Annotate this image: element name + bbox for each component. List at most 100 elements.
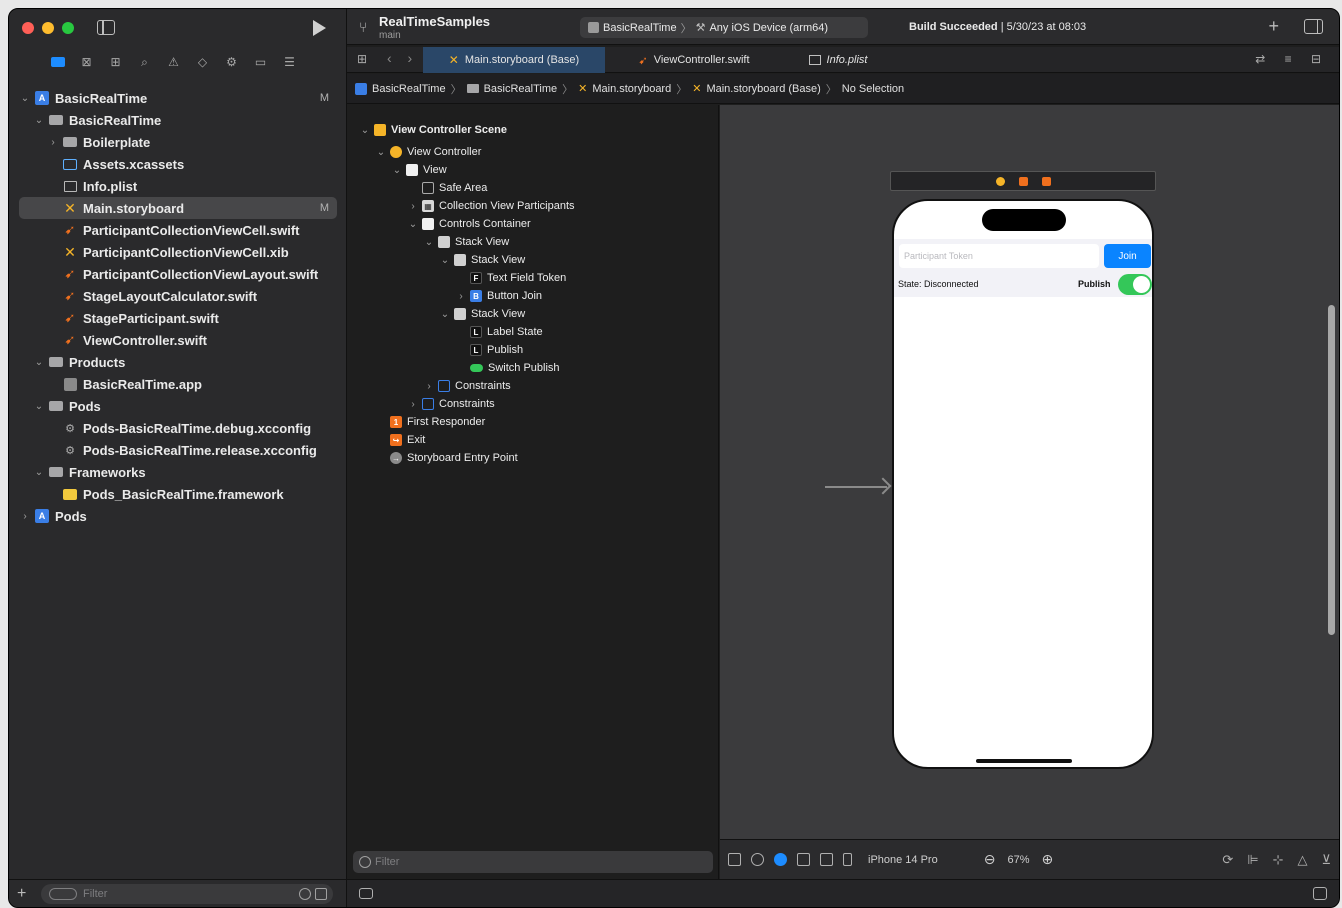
symbol-navigator-icon[interactable]: ⊞: [107, 54, 124, 70]
project-navigator-icon[interactable]: [49, 54, 66, 70]
outline-item[interactable]: → Storyboard Entry Point: [387, 449, 518, 467]
editor-options-icon[interactable]: ⇄ ≡ ⊟: [1255, 52, 1329, 66]
appearance-icon[interactable]: [751, 853, 764, 866]
library-add-button[interactable]: +: [1268, 16, 1279, 37]
device-frame-icon[interactable]: [820, 853, 833, 866]
tree-item[interactable]: ➹ StageLayoutCalculator.swift: [19, 285, 337, 307]
add-constraints-icon[interactable]: ⊹: [1273, 852, 1284, 868]
resolve-issues-icon[interactable]: △: [1297, 852, 1307, 868]
find-navigator-icon[interactable]: ⌕: [136, 54, 153, 70]
breadcrumb-item[interactable]: No Selection: [842, 83, 904, 95]
tree-item[interactable]: Info.plist: [19, 175, 337, 197]
show-debug-area-icon[interactable]: [359, 888, 373, 899]
issue-navigator-icon[interactable]: ⚠: [165, 54, 182, 70]
tab-info-plist[interactable]: Info.plist: [783, 47, 893, 73]
breadcrumb-item[interactable]: BasicRealTime: [484, 83, 558, 95]
tree-item[interactable]: ➹ ParticipantCollectionViewCell.swift: [19, 219, 337, 241]
zoom-in-icon[interactable]: ⊕: [1041, 851, 1053, 868]
publish-switch[interactable]: [1118, 274, 1152, 295]
participant-token-field[interactable]: Participant Token: [899, 244, 1099, 268]
update-frames-icon[interactable]: ⟳: [1222, 852, 1233, 868]
back-forward-icon[interactable]: ‹ ›: [387, 50, 418, 66]
entry-point-arrow-icon[interactable]: [825, 486, 887, 488]
tree-item[interactable]: Pods_BasicRealTime.framework: [19, 483, 337, 505]
tab-main-storyboard[interactable]: ✕ Main.storyboard (Base): [423, 47, 605, 73]
tree-item[interactable]: ⌄ Products: [19, 351, 337, 373]
scheme-selector[interactable]: BasicRealTime 〉 ⚒ Any iOS Device (arm64): [580, 17, 868, 38]
outline-item[interactable]: ↪ Exit: [387, 431, 425, 449]
outline-item[interactable]: ⌄ View: [391, 161, 447, 179]
breakpoint-navigator-icon[interactable]: ▭: [252, 54, 269, 70]
outline-item[interactable]: F Text Field Token: [467, 269, 566, 287]
storyboard-canvas[interactable]: Participant Token Join State: Disconnect…: [720, 105, 1339, 839]
orientation-icon[interactable]: [797, 853, 810, 866]
outline-item[interactable]: ⌄ Stack View: [439, 251, 525, 269]
zoom-level[interactable]: 67%: [1007, 854, 1029, 866]
align-icon[interactable]: ⊫: [1247, 852, 1258, 868]
view-controller-icon[interactable]: [995, 176, 1005, 186]
navigator-filter-field[interactable]: Filter: [41, 883, 333, 904]
tree-item[interactable]: ⌄ Pods: [19, 395, 337, 417]
tree-item[interactable]: ➹ ViewController.swift: [19, 329, 337, 351]
outline-item[interactable]: ⌄ View Controller Scene: [359, 121, 507, 139]
add-file-button[interactable]: +: [17, 885, 35, 903]
first-responder-icon[interactable]: [1018, 176, 1028, 186]
outline-item[interactable]: L Publish: [467, 341, 523, 359]
tree-item[interactable]: › Boilerplate: [19, 131, 337, 153]
outline-item[interactable]: ⌄ View Controller: [375, 143, 481, 161]
run-button[interactable]: [313, 20, 326, 36]
zoom-out-icon[interactable]: ⊖: [984, 851, 996, 868]
outline-item[interactable]: ⌄ Stack View: [439, 305, 525, 323]
join-button[interactable]: Join: [1104, 244, 1151, 268]
zoom-window-button[interactable]: [62, 22, 74, 34]
tree-item[interactable]: Assets.xcassets: [19, 153, 337, 175]
tree-item[interactable]: ⌄ Frameworks: [19, 461, 337, 483]
scene-dock[interactable]: [890, 171, 1156, 191]
exit-icon[interactable]: [1041, 176, 1051, 186]
outline-filter-field[interactable]: Filter: [353, 851, 713, 873]
source-control-filter-icon[interactable]: [315, 887, 327, 900]
sidebar-toggle-icon[interactable]: [97, 20, 115, 35]
device-selector[interactable]: iPhone 14 Pro: [868, 854, 938, 866]
tree-item-selected[interactable]: ✕ Main.storyboard M: [19, 197, 337, 219]
outline-item[interactable]: › Constraints: [423, 377, 511, 395]
tree-item[interactable]: ➹ ParticipantCollectionViewLayout.swift: [19, 263, 337, 285]
outline-item[interactable]: L Label State: [467, 323, 543, 341]
breadcrumb-item[interactable]: Main.storyboard (Base): [706, 83, 820, 95]
outline-item[interactable]: ⌄ Stack View: [423, 233, 509, 251]
iphone-preview[interactable]: Participant Token Join State: Disconnect…: [892, 199, 1154, 769]
vertical-scrollbar[interactable]: [1328, 305, 1335, 635]
source-control-navigator-icon[interactable]: ⊠: [78, 54, 95, 70]
tree-item[interactable]: ➹ StageParticipant.swift: [19, 307, 337, 329]
outline-item[interactable]: › ▦ Collection View Participants: [407, 197, 575, 215]
outline-item[interactable]: ⌄ Controls Container: [407, 215, 531, 233]
embed-in-icon[interactable]: ⊻: [1321, 852, 1331, 868]
outline-item[interactable]: › B Button Join: [455, 287, 542, 305]
test-navigator-icon[interactable]: ◇: [194, 54, 211, 70]
recent-files-icon[interactable]: [299, 887, 311, 900]
tree-item[interactable]: ⌄ BasicRealTime: [19, 109, 337, 131]
console-toggle-icon[interactable]: [1313, 887, 1327, 900]
debug-navigator-icon[interactable]: ⚙: [223, 54, 240, 70]
minimize-window-button[interactable]: [42, 22, 54, 34]
tree-item[interactable]: ⌄ A BasicRealTime M: [19, 87, 337, 109]
tree-item[interactable]: ⚙ Pods-BasicRealTime.debug.xcconfig: [19, 417, 337, 439]
filter-options-icon[interactable]: [49, 887, 77, 900]
report-navigator-icon[interactable]: ☰: [281, 54, 298, 70]
tree-item[interactable]: › A Pods: [19, 505, 337, 527]
dark-mode-icon[interactable]: [774, 853, 787, 866]
related-items-icon[interactable]: ⊞: [357, 52, 367, 66]
tree-item[interactable]: BasicRealTime.app: [19, 373, 337, 395]
inspector-toggle-icon[interactable]: [1304, 19, 1323, 34]
outline-item[interactable]: › Constraints: [407, 395, 495, 413]
breadcrumb-item[interactable]: BasicRealTime: [372, 83, 446, 95]
outline-toggle-icon[interactable]: [728, 853, 741, 866]
outline-item[interactable]: 1 First Responder: [387, 413, 485, 431]
tree-item[interactable]: ⚙ Pods-BasicRealTime.release.xcconfig: [19, 439, 337, 461]
outline-item[interactable]: Switch Publish: [467, 359, 560, 377]
tree-item[interactable]: ✕ ParticipantCollectionViewCell.xib: [19, 241, 337, 263]
outline-item[interactable]: Safe Area: [419, 179, 487, 197]
close-window-button[interactable]: [22, 22, 34, 34]
tab-viewcontroller-swift[interactable]: ➹ ViewController.swift: [609, 47, 779, 73]
breadcrumb-item[interactable]: Main.storyboard: [592, 83, 671, 95]
